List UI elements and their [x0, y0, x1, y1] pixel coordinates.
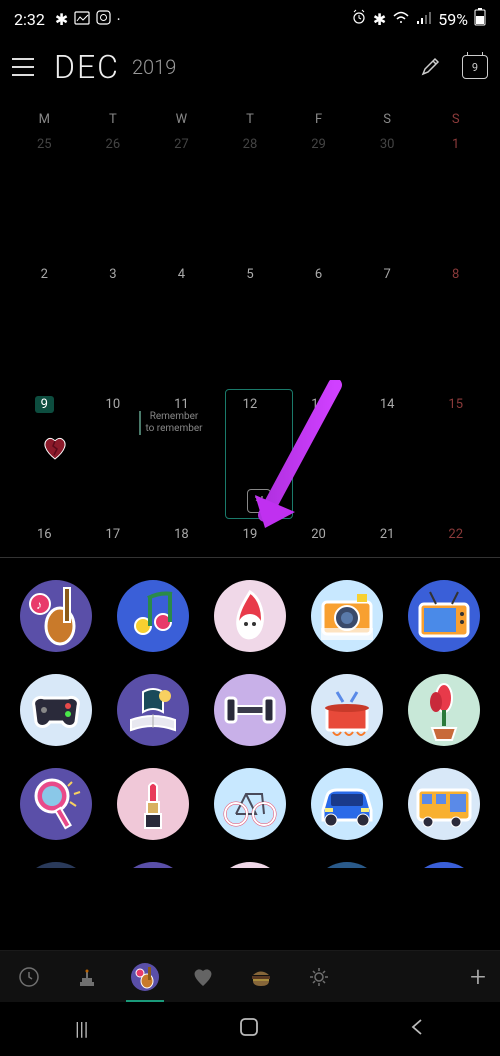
day-cell[interactable]: 14: [353, 393, 422, 412]
day-cell[interactable]: 22: [421, 523, 490, 542]
day-cell[interactable]: 30: [353, 133, 422, 152]
day-cell[interactable]: 7: [353, 263, 422, 282]
sticker-car[interactable]: [309, 766, 385, 842]
sticker-flag[interactable]: ⚓: [115, 860, 191, 868]
svg-text:♪: ♪: [36, 598, 42, 612]
home-button[interactable]: [239, 1017, 259, 1042]
bluetooth-icon: ✱: [373, 10, 386, 29]
dow-label: S: [421, 106, 490, 133]
recents-button[interactable]: |||: [75, 1019, 88, 1040]
sticker-sailboat[interactable]: [212, 860, 288, 868]
day-cell[interactable]: 8: [421, 263, 490, 282]
tab-hobby[interactable]: [130, 962, 160, 992]
day-cell[interactable]: 11: [147, 393, 216, 412]
day-cell[interactable]: 27: [147, 133, 216, 152]
dow-label: T: [216, 106, 285, 133]
week-row: 2526272829301: [10, 133, 490, 263]
dow-label: M: [10, 106, 79, 133]
day-cell[interactable]: 16: [10, 523, 79, 542]
sticker-tabs: +: [0, 950, 500, 1002]
sticker-gift[interactable]: [18, 860, 94, 868]
sticker-guitar-music[interactable]: ♪: [18, 578, 94, 654]
header-year[interactable]: 2019: [132, 55, 176, 79]
day-cell[interactable]: 1: [421, 133, 490, 152]
edit-button[interactable]: [418, 54, 444, 80]
tab-settings[interactable]: [304, 962, 334, 992]
image-icon: [74, 10, 90, 29]
day-cell[interactable]: 21: [353, 523, 422, 542]
status-bar: 2:32 ✱ • ✱ 59%: [0, 0, 500, 38]
system-nav-bar: |||: [0, 1002, 500, 1056]
day-cell[interactable]: 17: [79, 523, 148, 542]
alarm-icon: [351, 9, 367, 29]
tab-food[interactable]: [246, 962, 276, 992]
tab-cake[interactable]: [72, 962, 102, 992]
menu-button[interactable]: [12, 58, 36, 76]
week-row: 16171819202122: [10, 523, 490, 551]
signal-icon: [416, 10, 432, 29]
back-button[interactable]: [409, 1017, 425, 1042]
sticker-hand-mirror[interactable]: [18, 766, 94, 842]
day-cell[interactable]: 4: [147, 263, 216, 282]
day-cell[interactable]: 28: [216, 133, 285, 152]
tab-favorite[interactable]: [188, 962, 218, 992]
day-cell[interactable]: 19: [216, 523, 285, 542]
sticker-flame-character[interactable]: [212, 578, 288, 654]
instagram-icon: [96, 10, 111, 29]
sticker-tv[interactable]: [406, 578, 482, 654]
day-cell[interactable]: 12: [216, 393, 285, 412]
add-tab-button[interactable]: +: [470, 960, 486, 993]
sticker-train[interactable]: [309, 860, 385, 868]
status-time: 2:32: [14, 10, 45, 29]
day-cell[interactable]: 5: [216, 263, 285, 282]
day-cell[interactable]: 6: [284, 263, 353, 282]
dow-label: W: [147, 106, 216, 133]
day-cell[interactable]: 3: [79, 263, 148, 282]
battery-icon: [474, 8, 486, 30]
sticker-bicycle[interactable]: [212, 766, 288, 842]
day-cell[interactable]: 25: [10, 133, 79, 152]
app-header: DEC 2019 9: [0, 38, 500, 100]
header-month[interactable]: DEC: [54, 48, 120, 86]
sticker-cooking-pot[interactable]: [309, 672, 385, 748]
day-cell[interactable]: 15: [421, 393, 490, 412]
today-button[interactable]: 9: [462, 54, 488, 80]
sticker-airplane[interactable]: [406, 860, 482, 868]
day-cell[interactable]: 26: [79, 133, 148, 152]
slack-icon: ✱: [55, 10, 68, 29]
broken-heart-sticker[interactable]: [40, 433, 70, 463]
day-cell[interactable]: 20: [284, 523, 353, 542]
dow-label: F: [284, 106, 353, 133]
sticker-bus[interactable]: [406, 766, 482, 842]
calendar-grid: MTWTFSS 25262728293012345678910111213141…: [0, 100, 500, 551]
dow-label: T: [79, 106, 148, 133]
more-dot-icon: •: [117, 15, 120, 24]
week-row: 2345678: [10, 263, 490, 393]
week-row: 9101112131415 Remember to remember: [10, 393, 490, 523]
sticker-gamepad[interactable]: [18, 672, 94, 748]
sticker-dumbbell[interactable]: [212, 672, 288, 748]
event-note[interactable]: Remember to remember: [139, 411, 203, 435]
day-cell[interactable]: 9: [10, 393, 79, 412]
sticker-reading[interactable]: [115, 672, 191, 748]
sticker-placeholder-icon[interactable]: [247, 489, 271, 513]
wifi-icon: [392, 10, 410, 29]
sticker-grid[interactable]: ♪⚓: [0, 558, 500, 868]
day-cell[interactable]: 2: [10, 263, 79, 282]
day-cell[interactable]: 10: [79, 393, 148, 412]
day-cell[interactable]: 29: [284, 133, 353, 152]
sticker-lipstick[interactable]: [115, 766, 191, 842]
day-cell[interactable]: 13: [284, 393, 353, 412]
dow-label: S: [353, 106, 422, 133]
battery-percent: 59%: [438, 10, 468, 29]
sticker-camera[interactable]: [309, 578, 385, 654]
sticker-flower[interactable]: [406, 672, 482, 748]
day-cell[interactable]: 18: [147, 523, 216, 542]
sticker-music-notes[interactable]: [115, 578, 191, 654]
tab-recent[interactable]: [14, 962, 44, 992]
